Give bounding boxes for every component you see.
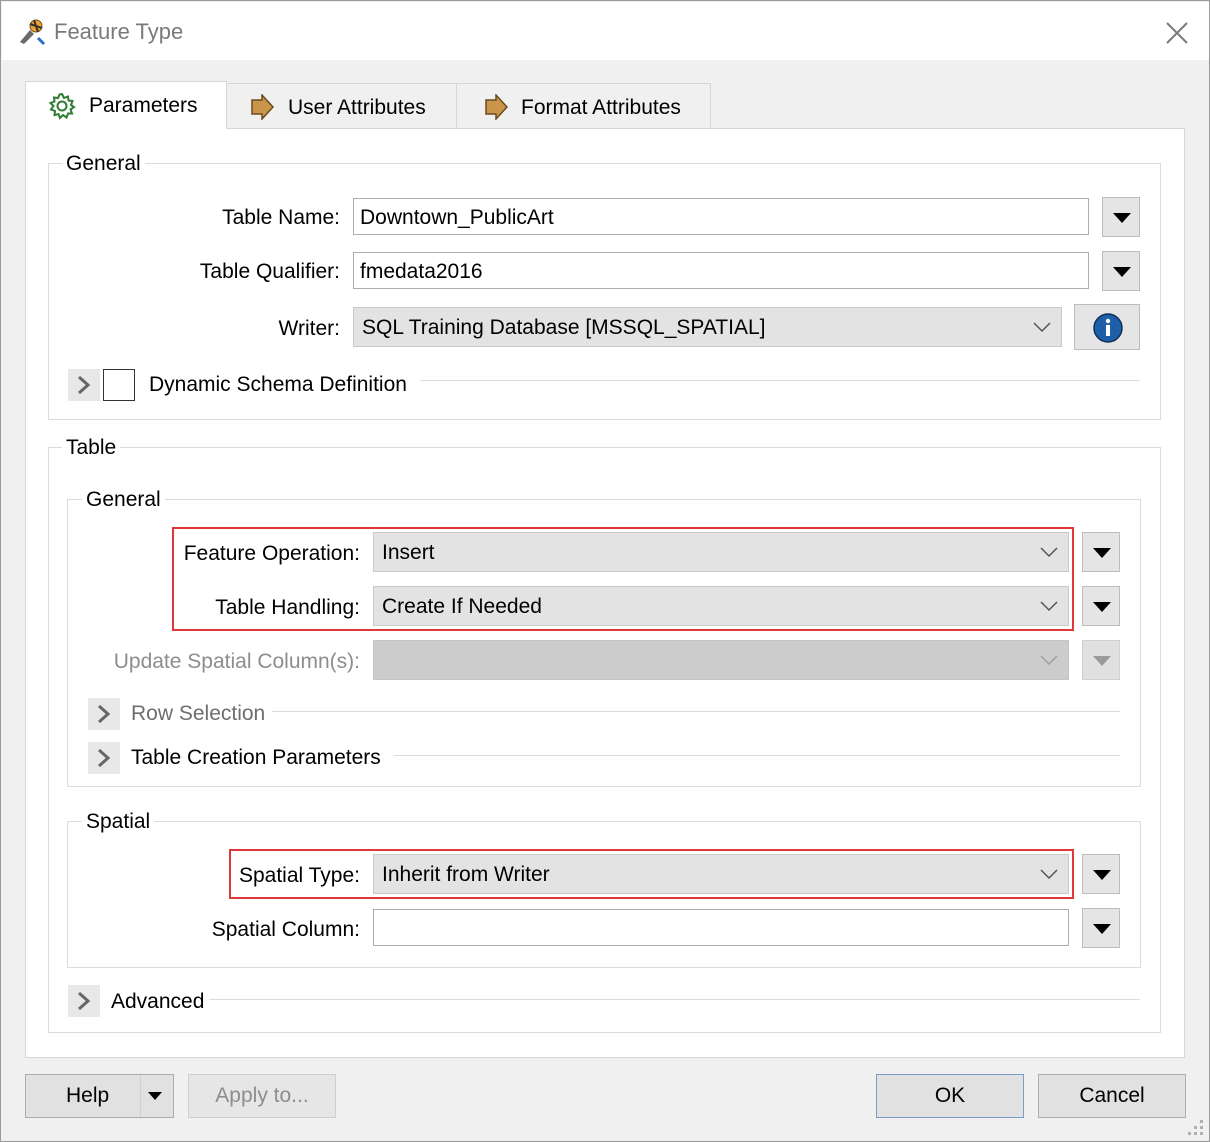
tab-parameters-label: Parameters: [89, 94, 198, 117]
table-name-label: Table Name:: [222, 206, 340, 229]
spatial-column-menu-button[interactable]: [1082, 908, 1120, 948]
triangle-down-icon: [1093, 924, 1111, 934]
row-selection-label: Row Selection: [131, 702, 266, 725]
spatial-type-menu-button[interactable]: [1082, 854, 1120, 894]
writer-select-value: SQL Training Database [MSSQL_SPATIAL]: [362, 316, 766, 339]
close-icon[interactable]: [1160, 16, 1194, 50]
advanced-label: Advanced: [111, 990, 205, 1013]
triangle-down-icon: [1093, 656, 1111, 666]
divider: [140, 1075, 141, 1117]
divider: [420, 380, 1140, 381]
ok-button[interactable]: OK: [876, 1074, 1024, 1118]
window-title: Feature Type: [54, 19, 184, 44]
spatial-column-label: Spatial Column:: [211, 918, 360, 941]
apply-to-button[interactable]: Apply to...: [188, 1074, 336, 1118]
chevron-right-icon: [98, 748, 111, 768]
triangle-down-icon: [1093, 602, 1111, 612]
dynamic-schema-expander[interactable]: [68, 369, 100, 401]
feature-type-dialog: Feature Type Parameters User Attributes …: [0, 0, 1210, 1142]
arrow-right-icon: [485, 94, 509, 120]
table-name-menu-button[interactable]: [1102, 197, 1140, 237]
divider: [394, 755, 1120, 756]
chevron-right-icon: [78, 375, 91, 395]
table-qualifier-input[interactable]: fmedata2016: [353, 252, 1089, 289]
gear-icon: [48, 92, 76, 120]
info-icon: [1093, 313, 1123, 343]
update-spatial-select[interactable]: [373, 640, 1069, 680]
tab-user-attributes[interactable]: User Attributes: [226, 83, 457, 129]
table-group-title: Table: [62, 436, 121, 460]
triangle-down-icon: [1093, 548, 1111, 558]
update-spatial-menu-button[interactable]: [1082, 640, 1120, 680]
tab-format-attributes[interactable]: Format Attributes: [456, 83, 711, 129]
table-creation-expander[interactable]: [88, 742, 120, 774]
dynamic-schema-label: Dynamic Schema Definition: [149, 373, 407, 396]
cancel-button[interactable]: Cancel: [1038, 1074, 1186, 1118]
help-button[interactable]: Help: [25, 1074, 174, 1118]
divider: [209, 999, 1140, 1000]
row-selection-expander[interactable]: [88, 698, 120, 730]
table-handling-menu-button[interactable]: [1082, 586, 1120, 626]
title-bar: Feature Type: [2, 2, 1209, 60]
table-name-input[interactable]: Downtown_PublicArt: [353, 198, 1089, 235]
advanced-expander[interactable]: [68, 985, 100, 1017]
table-creation-label: Table Creation Parameters: [131, 746, 381, 769]
divider: [272, 711, 1120, 712]
dynamic-schema-checkbox[interactable]: [103, 369, 135, 401]
fme-workbench-icon: [20, 19, 46, 46]
feature-operation-menu-button[interactable]: [1082, 532, 1120, 572]
triangle-down-icon: [1093, 870, 1111, 880]
highlight-box: [229, 849, 1074, 899]
general-group-title: General: [62, 152, 145, 176]
chevron-right-icon: [78, 991, 91, 1011]
highlight-box: [172, 527, 1074, 631]
triangle-down-icon: [1113, 213, 1131, 223]
writer-info-button[interactable]: [1074, 304, 1140, 350]
help-button-label: Help: [66, 1084, 110, 1107]
spatial-group-title: Spatial: [82, 810, 155, 834]
chevron-down-icon: [1033, 322, 1051, 333]
table-general-title: General: [82, 488, 165, 512]
triangle-down-icon[interactable]: [148, 1092, 162, 1101]
tab-parameters[interactable]: Parameters: [25, 81, 227, 129]
chevron-right-icon: [98, 704, 111, 724]
update-spatial-label: Update Spatial Column(s):: [113, 650, 360, 673]
resize-grip-icon[interactable]: [1184, 1116, 1206, 1138]
arrow-right-icon: [251, 94, 275, 120]
chevron-down-icon: [1040, 655, 1058, 666]
table-qualifier-label: Table Qualifier:: [199, 260, 340, 283]
spatial-column-input[interactable]: [373, 909, 1069, 946]
writer-label: Writer:: [278, 317, 340, 340]
writer-select[interactable]: SQL Training Database [MSSQL_SPATIAL]: [353, 307, 1062, 347]
triangle-down-icon: [1113, 267, 1131, 277]
parameters-panel: General Table Name: Downtown_PublicArt T…: [25, 128, 1185, 1058]
tab-user-attributes-label: User Attributes: [288, 96, 426, 119]
table-qualifier-menu-button[interactable]: [1102, 251, 1140, 291]
tab-format-attributes-label: Format Attributes: [521, 96, 681, 119]
